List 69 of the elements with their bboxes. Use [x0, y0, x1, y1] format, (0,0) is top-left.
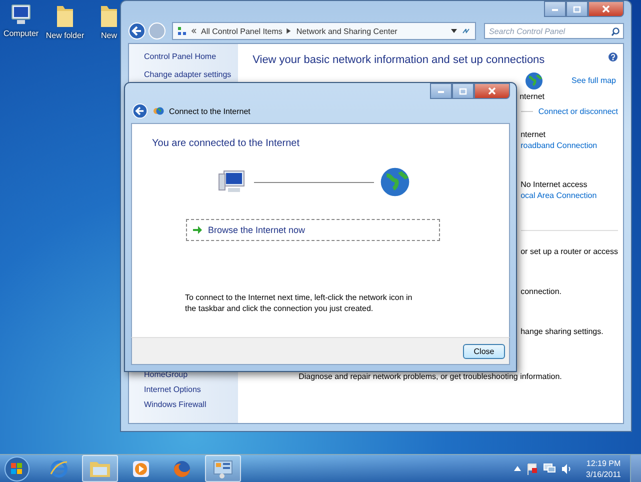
dialog-title: Connect to the Internet: [169, 106, 250, 116]
folder-icon[interactable]: [98, 4, 120, 28]
map-label: nternet: [520, 92, 545, 101]
back-button[interactable]: [128, 22, 146, 40]
fox-globe-icon: [172, 458, 192, 478]
close-button[interactable]: [474, 83, 510, 99]
close-icon: [602, 5, 610, 13]
minimize-button[interactable]: [544, 1, 566, 17]
flag-icon[interactable]: [526, 462, 538, 474]
sidebar-link[interactable]: Internet Options: [144, 385, 238, 394]
control-panel-icon: [212, 458, 234, 478]
instruction-text: To connect to the Internet next time, left-click the network icon in the taskbar and click the connection you just created.: [185, 292, 414, 314]
minimize-icon: [437, 88, 445, 94]
connect-or-disconnect-link[interactable]: Connect or disconnect: [538, 107, 618, 116]
breadcrumb-item[interactable]: Network and Sharing Center: [296, 26, 398, 36]
sidebar-link[interactable]: Change adapter settings: [144, 70, 238, 79]
connection-link[interactable]: roadband Connection: [520, 141, 618, 150]
see-full-map-link[interactable]: See full map: [572, 76, 616, 101]
maximize-icon: [573, 6, 581, 12]
help-icon[interactable]: [608, 52, 618, 62]
breadcrumb-item[interactable]: All Control Panel Items: [201, 26, 282, 36]
access-type: No Internet access: [520, 180, 588, 189]
close-button[interactable]: Close: [463, 344, 505, 358]
search-field[interactable]: Search Control Panel: [484, 23, 624, 39]
volume-icon[interactable]: [561, 464, 571, 474]
sidebar-link[interactable]: Windows Firewall: [144, 400, 238, 409]
desktop-icon-label[interactable]: Computer: [3, 29, 39, 38]
desktop-icon-label[interactable]: New: [100, 31, 117, 40]
sidebar-link[interactable]: Control Panel Home: [144, 52, 238, 61]
dropdown-icon[interactable]: [451, 29, 457, 33]
task-description: Diagnose and repair network problems, or get troubleshooting information.: [298, 372, 563, 381]
show-hidden-icons-button[interactable]: [514, 466, 521, 471]
arrow-icon: [193, 226, 202, 234]
browse-link-button[interactable]: Browse the Internet now: [186, 219, 440, 241]
play-icon: [132, 460, 150, 478]
letter-e-icon: [49, 458, 69, 478]
page-heading: View your basic network information and set up connections: [252, 54, 545, 66]
clock[interactable]: 12:19 PM 3/16/2011: [582, 458, 625, 480]
maximize-button[interactable]: [566, 1, 588, 17]
computer-icon[interactable]: [9, 4, 33, 26]
start-button[interactable]: [4, 456, 30, 482]
task-description: or set up a router or access: [520, 247, 618, 256]
back-button[interactable]: [132, 103, 148, 119]
connection-link[interactable]: ocal Area Connection: [520, 191, 618, 200]
folder-icon: [89, 460, 111, 478]
close-button[interactable]: [588, 1, 624, 17]
task-description: hange sharing settings.: [520, 327, 604, 336]
globe-icon: [380, 167, 410, 197]
chevron-icon: [286, 28, 292, 34]
minimize-icon: [551, 6, 559, 12]
maximize-button[interactable]: [452, 83, 474, 99]
desktop-icon-label[interactable]: New folder: [46, 31, 84, 40]
address-bar[interactable]: All Control Panel Items Network and Sharing Center: [172, 22, 476, 40]
globe-icon: [524, 72, 543, 90]
taskbar-button[interactable]: [205, 455, 241, 482]
status-heading: You are connected to the Internet: [152, 138, 301, 149]
search-icon: [611, 27, 620, 36]
close-icon: [488, 87, 496, 95]
chevron-icon: [191, 28, 197, 34]
minimize-button[interactable]: [430, 83, 452, 99]
network-icon[interactable]: [543, 463, 556, 474]
task-description: connection.: [520, 287, 563, 296]
taskbar-button[interactable]: [82, 455, 118, 482]
folder-icon[interactable]: [54, 4, 76, 28]
globe-icon: [153, 106, 164, 116]
maximize-icon: [459, 88, 467, 94]
sidebar-link[interactable]: HomeGroup: [144, 370, 238, 379]
network-icon: [177, 26, 187, 36]
access-type: nternet: [520, 130, 547, 139]
